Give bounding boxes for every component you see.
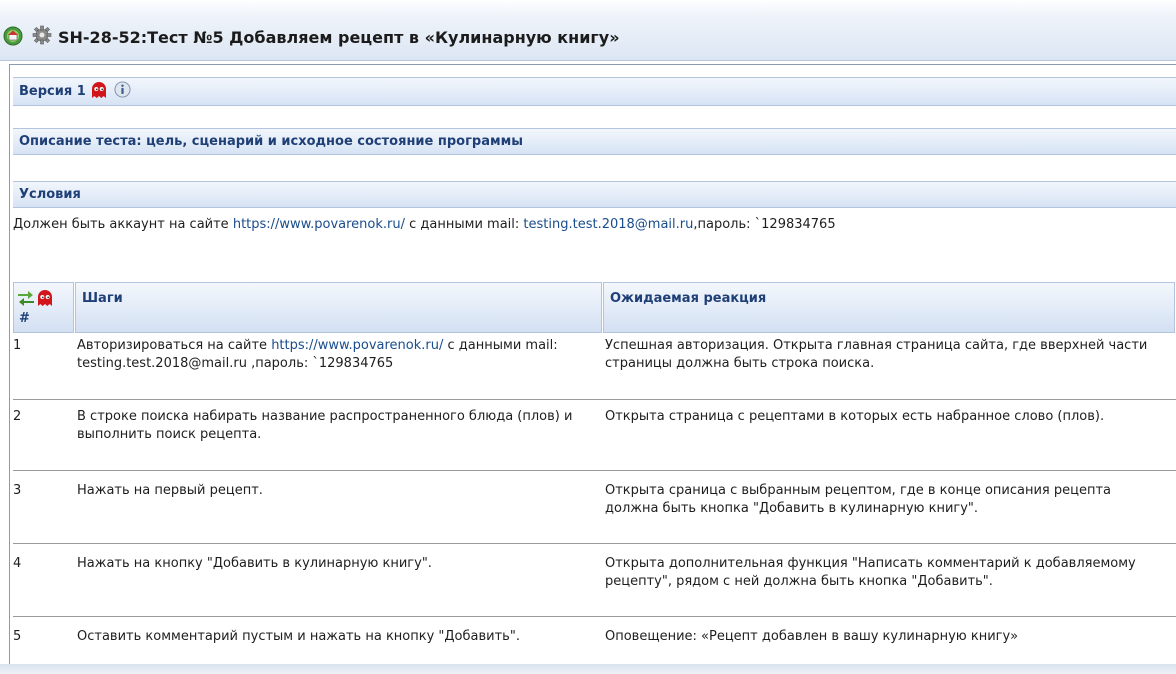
- conditions-prefix: Должен быть аккаунт на сайте: [13, 217, 229, 232]
- ghost-icon[interactable]: [90, 81, 108, 99]
- step-number: 5: [13, 629, 22, 644]
- column-expected-label: Ожидаемая реакция: [610, 291, 767, 306]
- conditions-middle: с данными mail:: [409, 217, 520, 232]
- expected-text: Открыта сраница с выбранным рецептом, гд…: [605, 483, 1112, 516]
- email-link[interactable]: testing.test.2018@mail.ru: [523, 217, 693, 232]
- table-row: 5 Оставить комментарий пустым и нажать н…: [13, 626, 1176, 662]
- expected-text: Успешная авторизация. Открыта главная ст…: [605, 338, 1148, 371]
- step-number: 3: [13, 483, 22, 498]
- conditions-label: Условия: [19, 187, 81, 202]
- step-text: Оставить комментарий пустым и нажать на …: [77, 629, 520, 644]
- step-site-link[interactable]: https://www.povarenok.ru/: [271, 338, 443, 353]
- version-label: Версия 1: [19, 84, 86, 99]
- site-link[interactable]: https://www.povarenok.ru/: [233, 217, 405, 232]
- test-case-panel: Версия 1 Описание теста: цель, сценарий …: [9, 64, 1176, 666]
- table-row: 3 Нажать на первый рецепт. Открыта срани…: [13, 480, 1176, 544]
- step-number: 1: [13, 338, 22, 353]
- conditions-text: Должен быть аккаунт на сайте https://www…: [13, 217, 836, 232]
- header-bar: SH-28-52:Тест №5 Добавляем рецепт в «Кул…: [0, 0, 1176, 61]
- reorder-arrows-icon[interactable]: [17, 290, 35, 306]
- step-number: 2: [13, 409, 22, 424]
- expected-text: Открыта дополнительная функция "Написать…: [605, 556, 1136, 589]
- bottom-border: [0, 664, 1176, 674]
- column-header-steps[interactable]: Шаги: [75, 282, 602, 333]
- ghost-icon[interactable]: [36, 289, 54, 307]
- expected-text: Открыта страница с рецептами в которых е…: [605, 409, 1105, 424]
- column-header-number[interactable]: #: [13, 282, 74, 333]
- table-row: 4 Нажать на кнопку "Добавить в кулинарну…: [13, 553, 1176, 617]
- gear-icon[interactable]: [32, 25, 52, 45]
- description-label: Описание теста: цель, сценарий и исходно…: [19, 134, 523, 149]
- step-number: 4: [13, 556, 22, 571]
- column-header-expected[interactable]: Ожидаемая реакция: [603, 282, 1175, 333]
- info-icon[interactable]: [114, 81, 131, 98]
- page-title: SH-28-52:Тест №5 Добавляем рецепт в «Кул…: [58, 28, 620, 47]
- column-number-label: #: [19, 311, 30, 326]
- step-text: Нажать на кнопку "Добавить в кулинарную …: [77, 556, 432, 571]
- table-row: 2 В строке поиска набирать название расп…: [13, 406, 1176, 471]
- step-text: Авторизироваться на сайте https://www.po…: [77, 337, 597, 373]
- conditions-section-header[interactable]: Условия: [13, 181, 1176, 208]
- table-row: 1 Авторизироваться на сайте https://www.…: [13, 335, 1176, 400]
- step-text: В строке поиска набирать название распро…: [77, 409, 573, 442]
- conditions-suffix: ,пароль: `129834765: [693, 217, 836, 232]
- column-steps-label: Шаги: [82, 291, 123, 306]
- step-text: Нажать на первый рецепт.: [77, 483, 263, 498]
- version-section-header[interactable]: Версия 1: [13, 77, 1176, 106]
- expected-text: Оповещение: «Рецепт добавлен в вашу кули…: [605, 629, 1019, 644]
- home-icon[interactable]: [3, 26, 23, 46]
- step-text-prefix: Авторизироваться на сайте: [77, 338, 268, 353]
- description-section-header[interactable]: Описание теста: цель, сценарий и исходно…: [13, 128, 1176, 155]
